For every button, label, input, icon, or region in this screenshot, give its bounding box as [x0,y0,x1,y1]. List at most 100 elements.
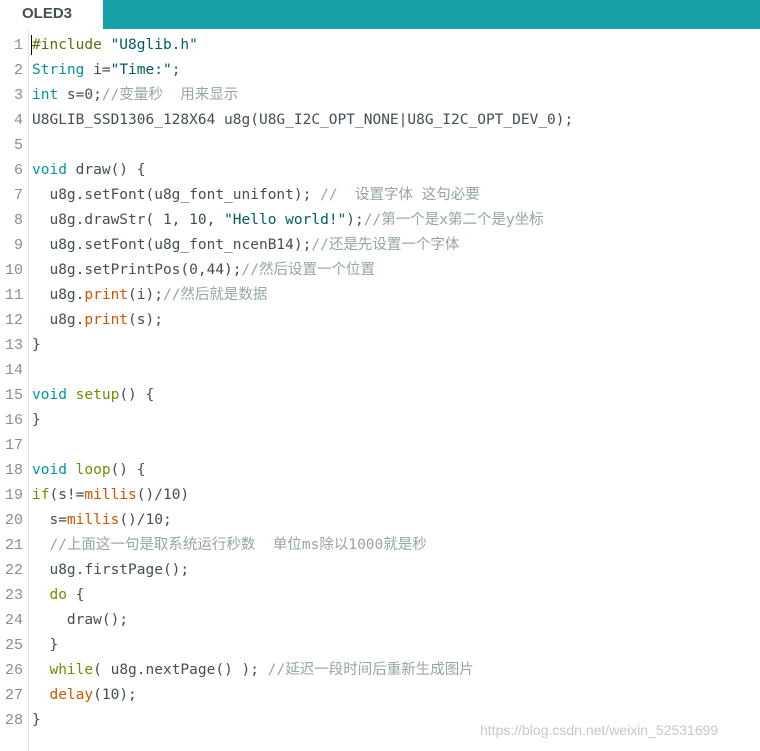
line-number: 2 [13,62,23,79]
line-code: } [32,633,58,658]
code-token: print [84,312,129,328]
line-number: 7 [13,187,23,204]
line-code: draw(); [32,608,128,633]
text-cursor [31,35,32,55]
line-number: 23 [4,587,23,604]
line-code: } [32,333,41,358]
code-token: (s!= [49,487,85,503]
code-token: u8g. [32,312,85,328]
code-token: () { [119,387,155,403]
line-code: u8g.print(i);//然后就是数据 [32,283,267,308]
line-number: 3 [13,87,23,104]
watermark: https://blog.csdn.net/weixin_52531699 [480,722,719,738]
line-number: 24 [4,612,23,629]
code-token: s= [32,512,67,528]
line-number: 20 [4,512,23,529]
code-token: } [32,337,41,353]
code-token: //第一个是x第二个是y坐标 [363,212,544,228]
code-token: { [66,587,85,603]
line-code: U8GLIB_SSD1306_128X64 u8g(U8G_I2C_OPT_NO… [32,108,573,133]
code-token: U8GLIB_SSD1306_128X64 u8g(U8G_I2C_OPT_NO… [32,112,574,128]
line-code: u8g.print(s); [32,308,163,333]
line-number: 15 [4,387,23,404]
tab-bar: OLED3 [0,0,760,29]
line-code: if(s!=millis()/10) [32,483,189,508]
code-token: u8g.setPrintPos(0,44); [32,262,242,278]
line-code: u8g.setPrintPos(0,44);//然后设置一个位置 [32,258,375,283]
line-number: 19 [4,487,23,504]
line-code: void draw() { [32,158,146,183]
line-number: 14 [4,362,23,379]
code-token: //然后就是数据 [162,287,268,303]
gutter-divider [28,29,29,751]
line-number: 11 [4,287,23,304]
code-token: u8g.firstPage(); [32,562,190,578]
code-token: void [32,462,67,478]
line-code: u8g.firstPage(); [32,558,189,583]
code-token: u8g.setFont(u8g_font_unifont); [32,187,321,203]
code-token: void [32,162,67,178]
code-token: //延迟一段时间后重新生成图片 [267,662,474,678]
line-number: 13 [4,337,23,354]
line-number: 21 [4,537,23,554]
line-number: 4 [13,112,23,129]
code-token: while [49,662,94,678]
code-token: u8g.setFont(u8g_font_ncenB14); [32,237,312,253]
line-number: 25 [4,637,23,654]
line-number: 26 [4,662,23,679]
code-token: millis [84,487,137,503]
line-code: u8g.drawStr( 1, 10, "Hello world!");//第一… [32,208,544,233]
line-code: u8g.setFont(u8g_font_ncenB14);//还是先设置一个字… [32,233,459,258]
code-token: } [32,637,59,653]
code-token: } [32,412,41,428]
code-token: do [49,587,67,603]
code-token: String [32,62,85,78]
code-token: ; [171,62,181,78]
line-code: #include "U8glib.h" [32,33,198,58]
code-token: // 设置字体 这句必要 [320,187,480,203]
code-token: (10); [93,687,137,703]
line-number: 22 [4,562,23,579]
code-token: u8g. [32,287,85,303]
code-token: //变量秒 用来显示 [101,87,239,103]
code-token: if [32,487,50,503]
line-number: 16 [4,412,23,429]
code-token: ); [346,212,364,228]
line-number: 5 [13,137,23,154]
line-code: do { [32,583,84,608]
line-code: void setup() { [32,383,154,408]
line-code: s=millis()/10; [32,508,171,533]
line-number: 1 [13,37,23,54]
code-token: () { [110,462,146,478]
code-token: "U8glib.h" [101,37,198,53]
code-token: setup [75,387,120,403]
line-code: u8g.setFont(u8g_font_unifont); // 设置字体 这… [32,183,480,208]
code-token: s=0; [58,87,102,103]
line-number: 12 [4,312,23,329]
code-token: int [32,87,59,103]
code-token: u8g.drawStr( 1, 10, [32,212,225,228]
code-token: print [84,287,129,303]
code-token: ( u8g.nextPage() ); [93,662,268,678]
line-code: delay(10); [32,683,137,708]
line-code: //上面这一句是取系统运行秒数 单位ms除以1000就是秒 [32,533,426,558]
tab-oled3[interactable]: OLED3 [0,0,103,29]
code-token: millis [66,512,120,528]
code-token: i= [84,62,111,78]
code-token: draw(); [32,612,129,628]
code-token: draw() { [66,162,146,178]
line-code: int s=0;//变量秒 用来显示 [32,83,238,108]
line-code: while( u8g.nextPage() ); //延迟一段时间后重新生成图片 [32,658,474,683]
line-number: 6 [13,162,23,179]
code-token: "Hello world!" [224,212,347,228]
line-code: } [32,408,41,433]
code-token: loop [75,462,111,478]
code-token: (i); [128,287,163,303]
code-token: void [32,387,67,403]
line-number: 9 [13,237,23,254]
code-token: ()/10) [136,487,190,503]
